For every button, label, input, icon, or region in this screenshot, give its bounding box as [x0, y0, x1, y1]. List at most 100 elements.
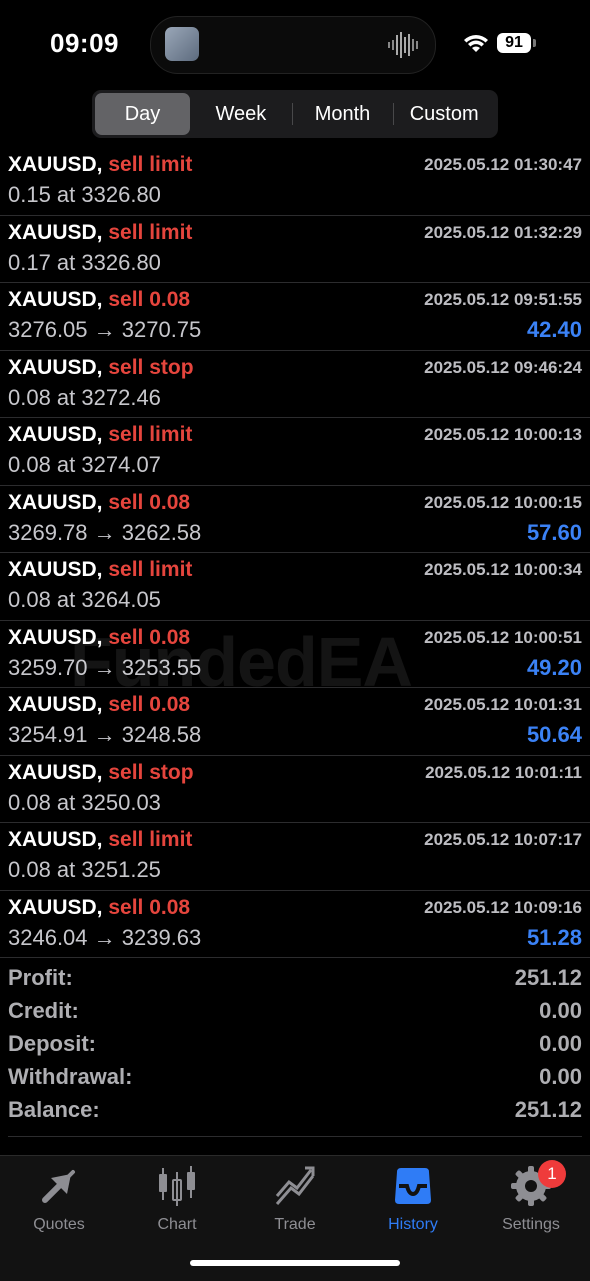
summary-label: Withdrawal: [8, 1064, 133, 1089]
quotes-arrows-icon [42, 1170, 75, 1203]
order-action: sell limit [108, 558, 193, 581]
order-action: sell 0.08 [108, 895, 191, 919]
order-profit: 42.40 [526, 317, 582, 342]
order-detail: 3276.05 → 3270.75 [8, 317, 202, 342]
order-row[interactable]: XAUUSD, sell 0.08 2025.05.12 09:51:55 32… [0, 283, 590, 351]
tab-history[interactable]: History [354, 1164, 472, 1234]
order-row[interactable]: XAUUSD, sell limit 2025.05.12 01:30:47 0… [0, 148, 590, 216]
segment-week[interactable]: Week [190, 93, 292, 135]
audio-waveform-icon [388, 32, 418, 58]
order-timestamp: 2025.05.12 01:30:47 [424, 155, 582, 174]
order-action: sell limit [108, 153, 193, 176]
summary-label: Deposit: [8, 1031, 96, 1056]
tab-settings[interactable]: 1 Settings [472, 1160, 590, 1234]
order-symbol: XAUUSD, [8, 423, 103, 446]
order-row[interactable]: XAUUSD, sell limit 2025.05.12 10:00:34 0… [0, 553, 590, 621]
status-time: 09:09 [50, 28, 119, 58]
tab-label: Settings [502, 1216, 560, 1233]
summary-value: 0.00 [539, 1031, 582, 1056]
tab-chart[interactable]: Chart [118, 1164, 236, 1234]
period-segmented-control: Day Week Month Custom [92, 90, 498, 138]
order-timestamp: 2025.05.12 10:00:34 [424, 560, 582, 579]
order-row[interactable]: XAUUSD, sell stop 2025.05.12 09:46:24 0.… [0, 351, 590, 418]
summary-value: 251.12 [514, 1097, 582, 1122]
order-timestamp: 2025.05.12 10:01:31 [424, 695, 582, 714]
summary-deposit: Deposit: 0.00 [0, 1028, 590, 1061]
order-row[interactable]: XAUUSD, sell limit 2025.05.12 10:00:13 0… [0, 418, 590, 486]
order-detail: 3259.70 → 3253.55 [8, 654, 202, 680]
order-detail: 3254.91 → 3248.58 [8, 722, 202, 747]
order-symbol: XAUUSD, [8, 693, 103, 716]
summary-value: 0.00 [539, 1064, 582, 1089]
order-profit: 51.28 [526, 924, 582, 950]
order-symbol: XAUUSD, [8, 288, 103, 311]
order-profit: 50.64 [526, 722, 582, 747]
order-action: sell stop [108, 355, 194, 379]
summary-credit: Credit: 0.00 [0, 995, 590, 1028]
summary-value: 251.12 [514, 965, 582, 990]
segment-month[interactable]: Month [291, 93, 394, 135]
order-action: sell 0.08 [108, 288, 191, 311]
order-action: sell 0.08 [108, 625, 191, 649]
order-timestamp: 2025.05.12 01:32:29 [424, 222, 582, 242]
status-bar: 09:09 91 [0, 0, 590, 88]
now-playing-artwork [165, 27, 199, 61]
order-symbol: XAUUSD, [8, 558, 103, 581]
order-timestamp: 2025.05.12 10:00:51 [424, 627, 582, 647]
summary-value: 0.00 [539, 998, 582, 1023]
summary-withdrawal: Withdrawal: 0.00 [0, 1061, 590, 1094]
battery-tip [533, 39, 536, 47]
segment-custom[interactable]: Custom [393, 93, 495, 135]
order-timestamp: 2025.05.12 09:51:55 [424, 290, 582, 309]
orders-list: XAUUSD, sell limit 2025.05.12 01:30:47 0… [0, 148, 590, 958]
tab-quotes[interactable]: Quotes [0, 1164, 118, 1234]
wifi-icon [464, 35, 488, 52]
order-action: sell limit [108, 828, 193, 851]
tab-label: Trade [274, 1216, 316, 1233]
order-row[interactable]: XAUUSD, sell limit 2025.05.12 10:07:17 0… [0, 823, 590, 891]
order-row[interactable]: XAUUSD, sell stop 2025.05.12 10:01:11 0.… [0, 756, 590, 823]
order-detail: 0.08 at 3264.05 [8, 587, 161, 612]
order-row[interactable]: XAUUSD, sell 0.08 2025.05.12 10:09:16 32… [0, 891, 590, 958]
candlestick-icon [159, 1166, 195, 1206]
tab-label: History [388, 1216, 438, 1233]
home-indicator[interactable] [190, 1260, 400, 1266]
order-timestamp: 2025.05.12 09:46:24 [424, 357, 582, 377]
account-summary: Profit: 251.12 Credit: 0.00 Deposit: 0.0… [0, 962, 590, 1127]
tab-label: Quotes [33, 1216, 85, 1233]
order-action: sell stop [108, 760, 194, 784]
dynamic-island[interactable] [150, 16, 436, 74]
order-timestamp: 2025.05.12 10:00:13 [424, 425, 582, 444]
order-timestamp: 2025.05.12 10:07:17 [424, 830, 582, 849]
order-profit: 49.20 [526, 654, 582, 680]
order-action: sell 0.08 [108, 490, 191, 514]
order-symbol: XAUUSD, [8, 355, 103, 379]
order-symbol: XAUUSD, [8, 828, 103, 851]
order-action: sell limit [108, 423, 193, 446]
order-detail: 3246.04 → 3239.63 [8, 924, 202, 950]
order-symbol: XAUUSD, [8, 220, 103, 244]
order-row[interactable]: XAUUSD, sell 0.08 2025.05.12 10:00:51 32… [0, 621, 590, 688]
tab-trade[interactable]: Trade [236, 1164, 354, 1234]
order-detail: 0.17 at 3326.80 [8, 249, 161, 275]
order-detail: 0.08 at 3272.46 [8, 384, 161, 410]
battery-icon: 91 [497, 33, 531, 53]
tab-label: Chart [157, 1216, 197, 1233]
segment-day[interactable]: Day [95, 93, 190, 135]
order-symbol: XAUUSD, [8, 153, 103, 176]
order-detail: 0.08 at 3250.03 [8, 789, 161, 815]
order-symbol: XAUUSD, [8, 760, 103, 784]
summary-profit: Profit: 251.12 [0, 962, 590, 995]
order-detail: 0.08 at 3251.25 [8, 857, 161, 882]
inbox-tray-icon [395, 1168, 431, 1204]
order-symbol: XAUUSD, [8, 895, 103, 919]
order-row[interactable]: XAUUSD, sell 0.08 2025.05.12 10:01:31 32… [0, 688, 590, 756]
order-timestamp: 2025.05.12 10:00:15 [424, 492, 582, 512]
notification-badge: 1 [538, 1160, 566, 1188]
summary-label: Profit: [8, 965, 73, 990]
order-row[interactable]: XAUUSD, sell limit 2025.05.12 01:32:29 0… [0, 216, 590, 283]
order-symbol: XAUUSD, [8, 490, 103, 514]
order-action: sell 0.08 [108, 693, 191, 716]
summary-label: Credit: [8, 998, 79, 1023]
order-row[interactable]: XAUUSD, sell 0.08 2025.05.12 10:00:15 32… [0, 486, 590, 553]
